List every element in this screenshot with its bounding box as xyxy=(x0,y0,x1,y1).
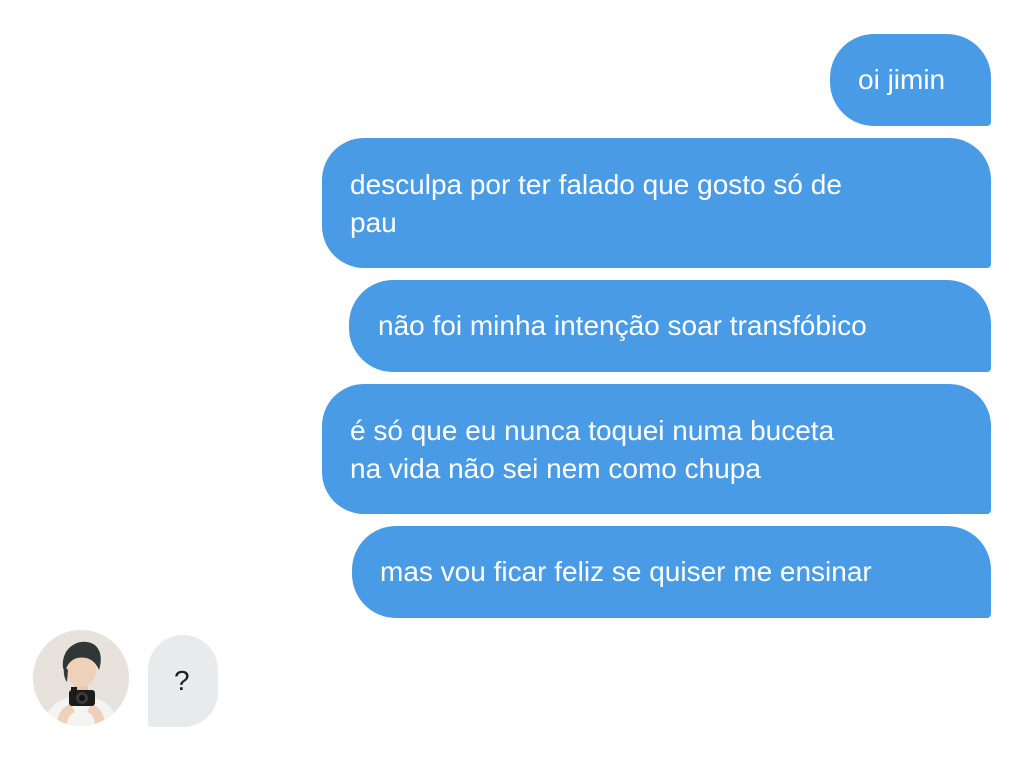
avatar-photo-icon xyxy=(33,630,129,726)
outgoing-message-bubble[interactable]: não foi minha intenção soar transfóbico xyxy=(349,280,991,372)
outgoing-message-bubble[interactable]: desculpa por ter falado que gosto só de … xyxy=(322,138,991,268)
outgoing-message-bubble[interactable]: oi jimin xyxy=(830,34,991,126)
contact-avatar[interactable] xyxy=(33,630,129,726)
outgoing-message-bubble[interactable]: mas vou ficar feliz se quiser me ensinar xyxy=(352,526,991,618)
outgoing-message-bubble[interactable]: é só que eu nunca toquei numa buceta na … xyxy=(322,384,991,514)
incoming-message-bubble[interactable]: ? xyxy=(148,635,218,727)
